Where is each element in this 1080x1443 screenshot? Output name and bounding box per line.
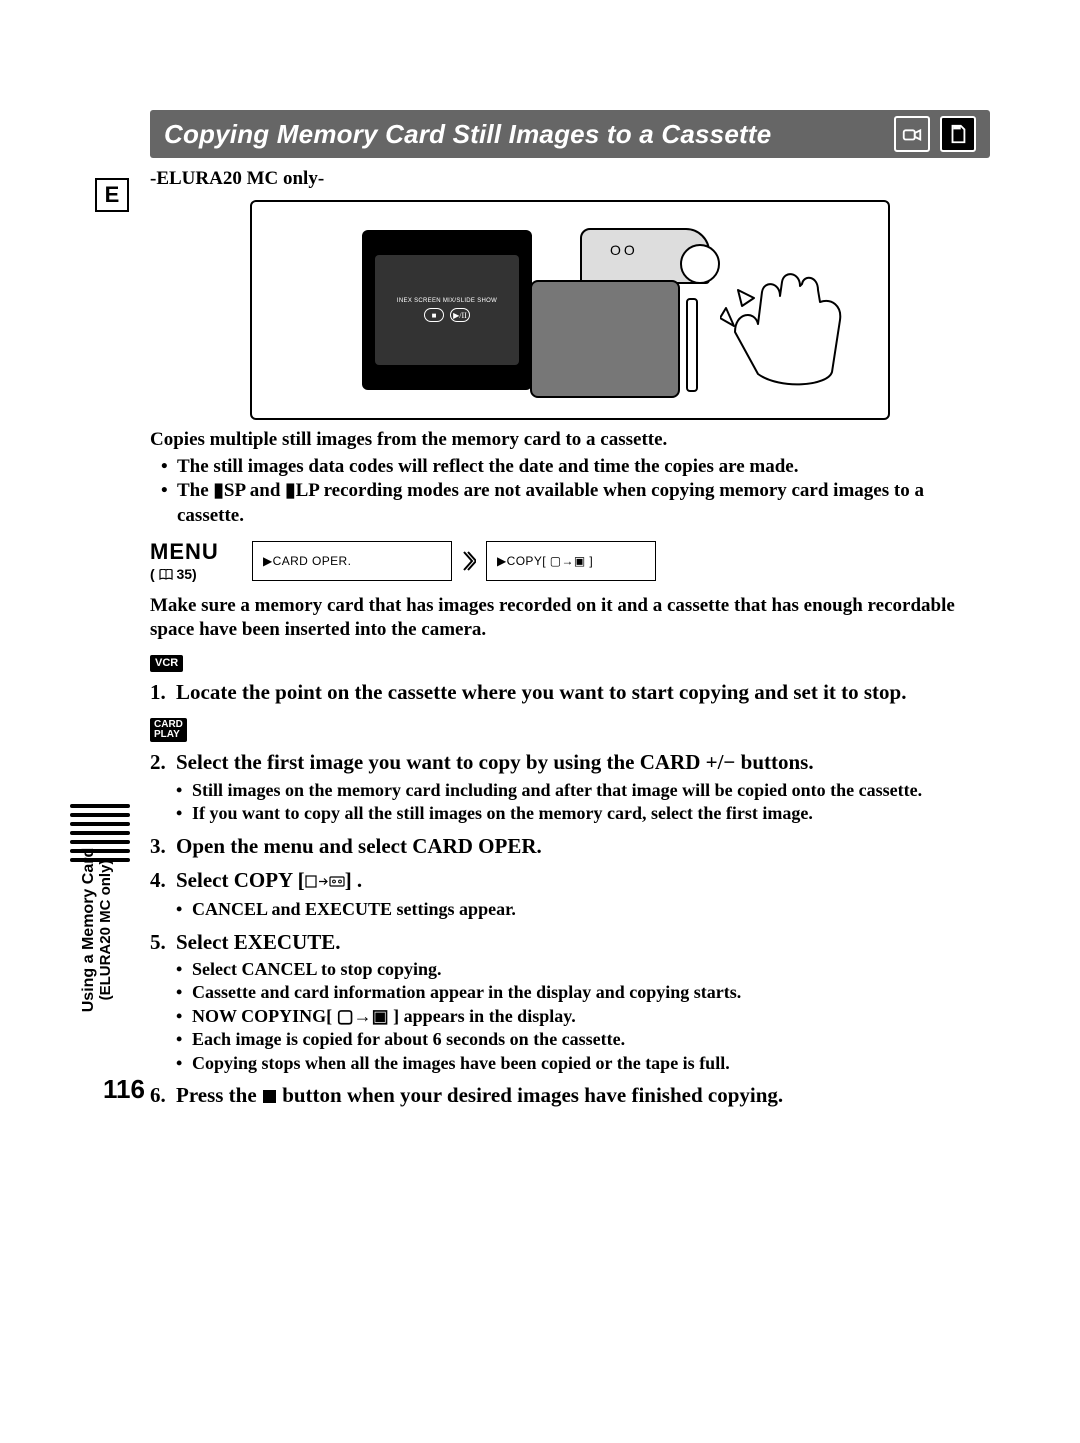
hand-insert-icon — [720, 262, 860, 392]
camera-illustration: INEX SCREEN MIX/SLIDE SHOW ■ ▶/II OO — [250, 200, 890, 420]
panel-label: INEX SCREEN MIX/SLIDE SHOW — [397, 298, 497, 304]
book-icon — [159, 568, 173, 584]
step-5-sub-1: Select CANCEL to stop copying. — [176, 958, 990, 981]
step-6: Press the button when your desired image… — [150, 1081, 990, 1111]
card-to-tape-icon — [305, 868, 345, 896]
steps-list-cont: Select the first image you want to copy … — [150, 748, 990, 1111]
cardplay-mode-badge: CARD PLAY — [150, 718, 187, 742]
camera-icon — [894, 116, 930, 152]
panel-stop-icon: ■ — [424, 308, 444, 322]
step-6-text-b: button when your desired images have fin… — [277, 1083, 783, 1107]
side-section-label: Using a Memory Card (ELURA20 MC only) — [80, 800, 114, 1060]
step-5-sub-2: Cassette and card information appear in … — [176, 981, 990, 1004]
cassette-slot-icon — [686, 298, 698, 392]
step-2-sub-2: If you want to copy all the still images… — [176, 802, 990, 825]
menu-ref-prefix: ( — [150, 566, 159, 582]
step-5-sub-4: Each image is copied for about 6 seconds… — [176, 1028, 990, 1051]
title-bar: Copying Memory Card Still Images to a Ca… — [150, 110, 990, 158]
page-number: 116 — [103, 1074, 145, 1105]
lens-icon — [680, 244, 720, 284]
memory-card-icon — [940, 116, 976, 152]
prep-note: Make sure a memory card that has images … — [150, 594, 990, 643]
step-4-sub-1: CANCEL and EXECUTE settings appear. — [176, 898, 990, 921]
step-5: Select EXECUTE. Select CANCEL to stop co… — [150, 928, 990, 1075]
page-title: Copying Memory Card Still Images to a Ca… — [164, 119, 884, 150]
menu-path: MENU ( 35) ▶CARD OPER. ▶COPY[ ▢→▣ ] — [150, 539, 990, 584]
stop-button-icon — [262, 1083, 277, 1111]
menu-ref-page: 35 — [176, 566, 192, 582]
vcr-mode-badge: VCR — [150, 655, 183, 672]
panel-playpause-icon: ▶/II — [450, 308, 470, 322]
step-5-sub-5: Copying stops when all the images have b… — [176, 1052, 990, 1075]
step-4-text-b: ] . — [345, 868, 363, 892]
model-subtitle: -ELURA20 MC only- — [150, 168, 990, 190]
menu-box-1: ▶CARD OPER. — [252, 541, 452, 581]
menu-box-2: ▶COPY[ ▢→▣ ] — [486, 541, 656, 581]
menu-ref-suffix: ) — [192, 566, 197, 582]
language-badge: E — [95, 178, 129, 212]
step-4: Select COPY [ ] . CANCEL and EXECUTE sett… — [150, 866, 990, 922]
side-line2: (ELURA20 MC only) — [98, 800, 115, 1060]
menu-label: MENU — [150, 539, 246, 565]
manual-page: E Using a Memory Card (ELURA20 MC only) … — [0, 0, 1080, 1161]
steps-list: Locate the point on the cassette where y… — [150, 678, 990, 706]
step-5-text: Select EXECUTE. — [176, 930, 341, 954]
intro-bullet-2: The ▮SP and ▮LP recording modes are not … — [163, 479, 990, 528]
side-line1: Using a Memory Card — [80, 848, 97, 1012]
intro-bullets: The still images data codes will reflect… — [150, 455, 990, 529]
step-6-text-a: Press the — [176, 1083, 262, 1107]
lcd-panel: INEX SCREEN MIX/SLIDE SHOW ■ ▶/II — [362, 230, 532, 390]
step-2: Select the first image you want to copy … — [150, 748, 990, 825]
arrow-right-icon — [458, 541, 480, 581]
camera-controls-icon: OO — [610, 242, 638, 258]
step-4-text-a: Select COPY [ — [176, 868, 305, 892]
step-2-sub-1: Still images on the memory card includin… — [176, 779, 990, 802]
step-2-text: Select the first image you want to copy … — [176, 750, 814, 774]
intro-bullet-1: The still images data codes will reflect… — [163, 455, 990, 480]
intro-paragraph: Copies multiple still images from the me… — [150, 428, 990, 453]
step-1: Locate the point on the cassette where y… — [150, 678, 990, 706]
step-3: Open the menu and select CARD OPER. — [150, 832, 990, 860]
menu-ref: ( 35) — [150, 566, 246, 584]
step-5-sub-3: NOW COPYING[ ▢→▣ ] appears in the displa… — [176, 1005, 990, 1028]
